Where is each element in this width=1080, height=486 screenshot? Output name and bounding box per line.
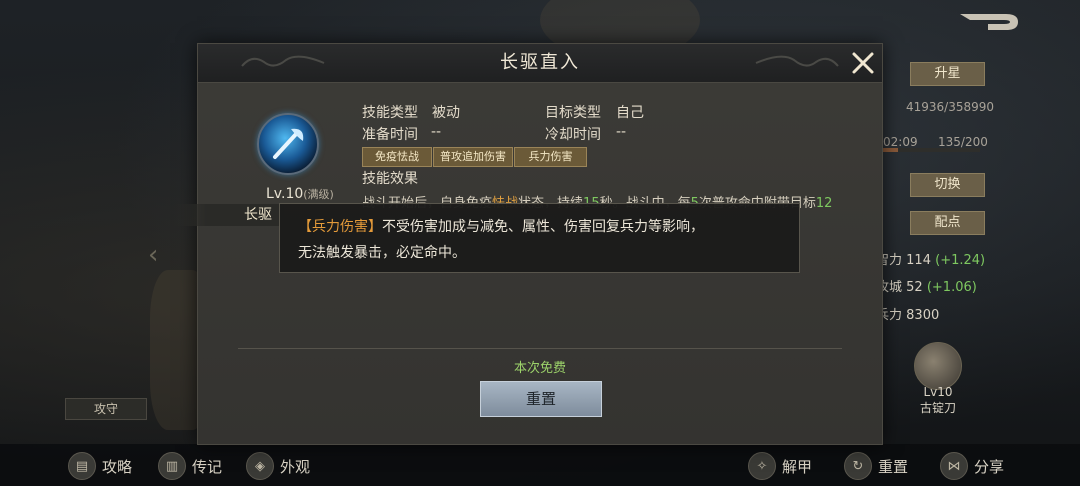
stat-value: 8300 xyxy=(906,308,940,323)
upgrade-star-button[interactable]: 升星 xyxy=(910,62,985,86)
reset-hero-button[interactable]: ↻ 重置 xyxy=(844,452,908,480)
skill-effect-label: 技能效果 xyxy=(362,171,418,187)
share-label: 分享 xyxy=(974,457,1005,476)
guide-label: 攻略 xyxy=(102,457,133,476)
skill-tag[interactable]: 免疫怯战 xyxy=(362,147,432,167)
share-icon: ⋈ xyxy=(940,452,968,480)
book-icon: ▤ xyxy=(68,452,96,480)
cooldown-label: 冷却时间 xyxy=(545,127,601,143)
dragon-icon: ✧ xyxy=(748,452,776,480)
stat-troops: 兵力 8300 xyxy=(876,304,939,323)
back-arrow-icon[interactable] xyxy=(958,10,1020,32)
tooltip-line-1: 【兵力伤害】不受伤害加成与减免、属性、伤害回复兵力等影响， xyxy=(298,216,704,236)
biography-label: 传记 xyxy=(192,457,223,476)
target-type-label: 目标类型 xyxy=(545,105,601,121)
exp-text: 41936/358990 xyxy=(906,100,995,114)
divider xyxy=(238,348,842,349)
skill-tag[interactable]: 普攻追加伤害 xyxy=(433,147,513,167)
stat-value: 52 xyxy=(906,280,923,295)
free-notice: 本次免费 xyxy=(513,361,566,376)
target-type-value: 自己 xyxy=(616,105,644,121)
unequip-button[interactable]: ✧ 解甲 xyxy=(748,452,812,480)
close-icon[interactable] xyxy=(850,50,876,76)
weapon-icon[interactable] xyxy=(914,342,962,390)
stat-bonus: (+1.24) xyxy=(935,253,986,268)
guide-button[interactable]: ▤ 攻略 xyxy=(68,452,132,480)
reset-hero-label: 重置 xyxy=(878,457,909,476)
stat-value: 114 xyxy=(906,253,931,268)
stat-siege: 攻城 52 (+1.06) xyxy=(876,276,977,295)
dialog-title: 长驱直入 xyxy=(500,52,580,73)
stat-intelligence: 智力 114 (+1.24) xyxy=(876,249,985,268)
skill-name-tag: 长驱 xyxy=(174,204,284,226)
stat-bonus: (+1.06) xyxy=(926,280,977,295)
weapon-level: Lv10 xyxy=(923,385,953,399)
keyword-tooltip: 【兵力伤害】不受伤害加成与减免、属性、伤害回复兵力等影响， 无法触发暴击，必定命… xyxy=(279,203,800,273)
appearance-label: 外观 xyxy=(280,457,311,476)
skill-level-text: Lv.10 xyxy=(266,186,304,202)
skill-type-value: 被动 xyxy=(432,105,460,121)
skill-level: Lv.10(满级) xyxy=(266,186,334,202)
biography-button[interactable]: ▥ 传记 xyxy=(158,452,222,480)
reset-button[interactable]: 重置 xyxy=(480,381,602,417)
allocate-points-button[interactable]: 配点 xyxy=(910,211,985,235)
scroll-icon: ▥ xyxy=(158,452,186,480)
reset-icon: ↻ xyxy=(844,452,872,480)
weapon-name: 古锭刀 xyxy=(919,401,956,415)
skill-type-label: 技能类型 xyxy=(362,105,418,121)
appearance-button[interactable]: ◈ 外观 xyxy=(246,452,310,480)
unequip-label: 解甲 xyxy=(782,457,813,476)
attack-defense-tab[interactable]: 攻守 xyxy=(65,398,147,420)
skill-level-note: (满级) xyxy=(303,188,334,201)
stamina-text: 135/200 xyxy=(938,135,988,149)
skill-tag[interactable]: 兵力伤害 xyxy=(514,147,587,167)
share-button[interactable]: ⋈ 分享 xyxy=(940,452,1004,480)
prev-hero-arrow-icon[interactable]: ‹ xyxy=(148,240,158,270)
timer-text: 02:09 xyxy=(883,135,918,149)
tooltip-text: 不受伤害加成与减免、属性、伤害回复兵力等影响， xyxy=(382,219,704,235)
tooltip-line-2: 无法触发暴击，必定命中。 xyxy=(298,245,466,261)
tooltip-keyword: 【兵力伤害】 xyxy=(298,219,382,235)
helmet-icon: ◈ xyxy=(246,452,274,480)
switch-button[interactable]: 切换 xyxy=(910,173,985,197)
cooldown-value: -- xyxy=(616,124,627,140)
effect-number: 12 xyxy=(815,196,833,208)
prep-time-label: 准备时间 xyxy=(362,127,418,143)
skill-axe-icon xyxy=(257,113,319,175)
prep-time-value: -- xyxy=(431,124,442,140)
